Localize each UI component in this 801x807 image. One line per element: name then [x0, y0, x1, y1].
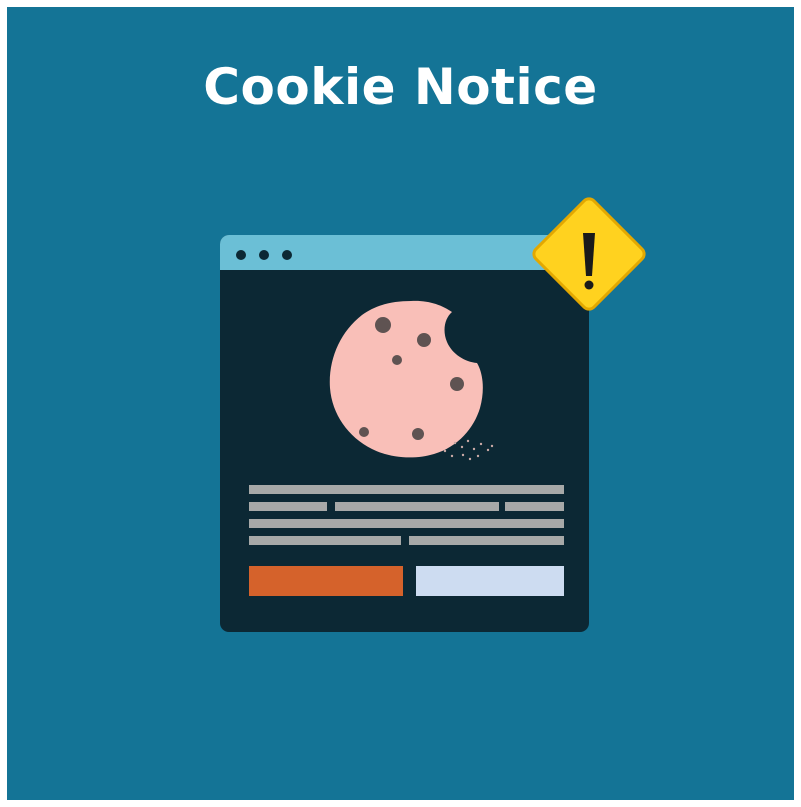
text-line: [249, 519, 564, 528]
text-line: [409, 536, 564, 545]
text-line: [505, 502, 564, 511]
decline-button[interactable]: [416, 566, 564, 596]
accept-button[interactable]: [249, 566, 403, 596]
text-line: [249, 485, 564, 494]
window-dot: [282, 250, 292, 260]
window-dot: [236, 250, 246, 260]
cookie-chip: [359, 427, 369, 437]
cookie-chip: [412, 428, 424, 440]
text-line: [335, 502, 499, 511]
cookie-chip: [450, 377, 464, 391]
cookie-chip: [392, 355, 402, 365]
cookie-chip: [375, 317, 391, 333]
text-line: [249, 536, 401, 545]
text-line: [249, 502, 327, 511]
cookie-chip: [417, 333, 431, 347]
exclamation-dot: [584, 280, 594, 290]
window-dot: [259, 250, 269, 260]
illustration: [220, 197, 646, 632]
